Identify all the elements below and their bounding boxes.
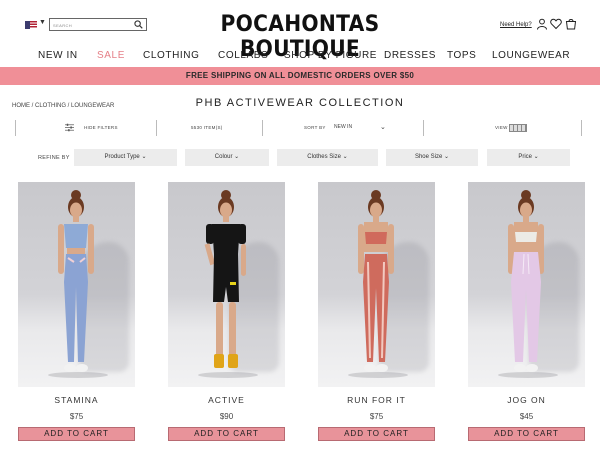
add-to-cart-label: ADD TO CART (194, 429, 259, 438)
product-image[interactable] (18, 182, 135, 387)
product-name[interactable]: STAMINA (18, 395, 135, 405)
add-to-cart-label: ADD TO CART (344, 429, 409, 438)
search-icon[interactable] (134, 20, 143, 29)
model-figure (508, 190, 544, 372)
nav-tops[interactable]: TOPS (447, 50, 476, 61)
product-card: ACTIVE $90 ADD TO CART (168, 182, 285, 442)
product-price: $90 (219, 412, 234, 421)
product-image[interactable] (168, 182, 285, 387)
refine-label: REFINE BY (38, 155, 70, 161)
top-bar: ▼ POCAHONTAS BOUTIQUE Need Help? (0, 0, 600, 62)
nav-collabs[interactable]: COLLABS (218, 50, 268, 61)
sliders-icon[interactable] (65, 123, 74, 132)
grid-cell (522, 125, 525, 131)
product-card: STAMINA $75 ADD TO CART (18, 182, 135, 442)
product-image[interactable] (318, 182, 435, 387)
add-to-cart-button[interactable]: ADD TO CART (318, 427, 435, 441)
grid-cell (514, 125, 517, 131)
add-to-cart-label: ADD TO CART (44, 429, 109, 438)
nav-loungewear[interactable]: LOUNGEWEAR (492, 50, 570, 61)
help-link[interactable]: Need Help? (500, 22, 532, 28)
breadcrumb[interactable]: HOME / CLOTHING / LOUNGEWEAR (12, 103, 114, 109)
grid-cell (510, 125, 513, 131)
search-input[interactable] (53, 20, 131, 30)
model-figure (58, 190, 94, 372)
filter-label: Clothes Size (307, 154, 341, 160)
filter-shoe-size[interactable]: Shoe Size ⌄ (386, 149, 478, 166)
product-price: $75 (369, 412, 384, 421)
product-name[interactable]: RUN FOR IT (318, 395, 435, 405)
grid-cell (518, 125, 521, 131)
us-flag-icon[interactable] (25, 21, 37, 29)
sort-value: NEW IN (334, 124, 353, 130)
page-title: PHB ACTIVEWEAR COLLECTION (195, 97, 405, 109)
nav-dresses[interactable]: DRESSES (384, 50, 436, 61)
user-icon[interactable] (536, 18, 548, 30)
chevron-down-icon: ⌄ (444, 154, 450, 160)
nav-new-in[interactable]: NEW IN (38, 50, 78, 61)
promo-banner[interactable]: FREE SHIPPING ON ALL DOMESTIC ORDERS OVE… (0, 67, 600, 85)
filter-product-type[interactable]: Product Type ⌄ (74, 149, 177, 166)
product-name[interactable]: ACTIVE (168, 395, 285, 405)
model-figure (358, 190, 394, 372)
divider (262, 120, 263, 136)
filter-colour[interactable]: Colour ⌄ (185, 149, 269, 166)
grid-view-toggle[interactable] (509, 124, 527, 132)
view-label: VIEW (495, 125, 508, 130)
add-to-cart-label: ADD TO CART (494, 429, 559, 438)
search-field[interactable] (49, 18, 147, 31)
product-name[interactable]: JOG ON (468, 395, 585, 405)
add-to-cart-button[interactable]: ADD TO CART (468, 427, 585, 441)
product-price: $75 (69, 412, 84, 421)
divider (581, 120, 582, 136)
model-figure (204, 190, 246, 368)
chevron-down-icon: ⌄ (533, 154, 539, 160)
sort-select[interactable]: NEW IN ⌄ (334, 124, 399, 133)
main-nav: NEW IN SALE CLOTHING COLLABS SHOP BY FIG… (0, 48, 600, 66)
chevron-down-icon: ⌄ (234, 154, 240, 160)
add-to-cart-button[interactable]: ADD TO CART (168, 427, 285, 441)
add-to-cart-button[interactable]: ADD TO CART (18, 427, 135, 441)
promo-banner-text: FREE SHIPPING ON ALL DOMESTIC ORDERS OVE… (185, 71, 415, 80)
hide-filters-button[interactable]: HIDE FILTERS (84, 125, 118, 130)
filter-label: Colour (214, 154, 233, 160)
filter-price[interactable]: Price ⌄ (487, 149, 570, 166)
bag-icon[interactable] (565, 18, 577, 30)
nav-shop-by-figure[interactable]: SHOP BY FIGURE (284, 50, 377, 61)
filter-bar: HIDE FILTERS 5530 ITEM(S) SORT BY NEW IN… (15, 120, 582, 136)
product-image[interactable] (468, 182, 585, 387)
divider (156, 120, 157, 136)
sort-label: SORT BY (304, 125, 326, 130)
item-count: 5530 ITEM(S) (191, 125, 223, 130)
nav-sale[interactable]: SALE (97, 50, 125, 61)
divider (15, 120, 16, 136)
filter-label: Shoe Size (414, 154, 443, 160)
heart-icon[interactable] (550, 18, 562, 30)
filter-label: Price (518, 154, 532, 160)
product-card: RUN FOR IT $75 ADD TO CART (318, 182, 435, 442)
product-card: JOG ON $45 ADD TO CART (468, 182, 585, 442)
filter-clothes-size[interactable]: Clothes Size ⌄ (277, 149, 378, 166)
nav-clothing[interactable]: CLOTHING (143, 50, 199, 61)
product-price: $45 (519, 412, 534, 421)
chevron-down-icon: ⌄ (380, 124, 386, 131)
divider (423, 120, 424, 136)
chevron-down-icon[interactable]: ▼ (39, 19, 46, 26)
filter-label: Product Type (104, 154, 140, 160)
chevron-down-icon: ⌄ (141, 154, 147, 160)
chevron-down-icon: ⌄ (342, 154, 348, 160)
